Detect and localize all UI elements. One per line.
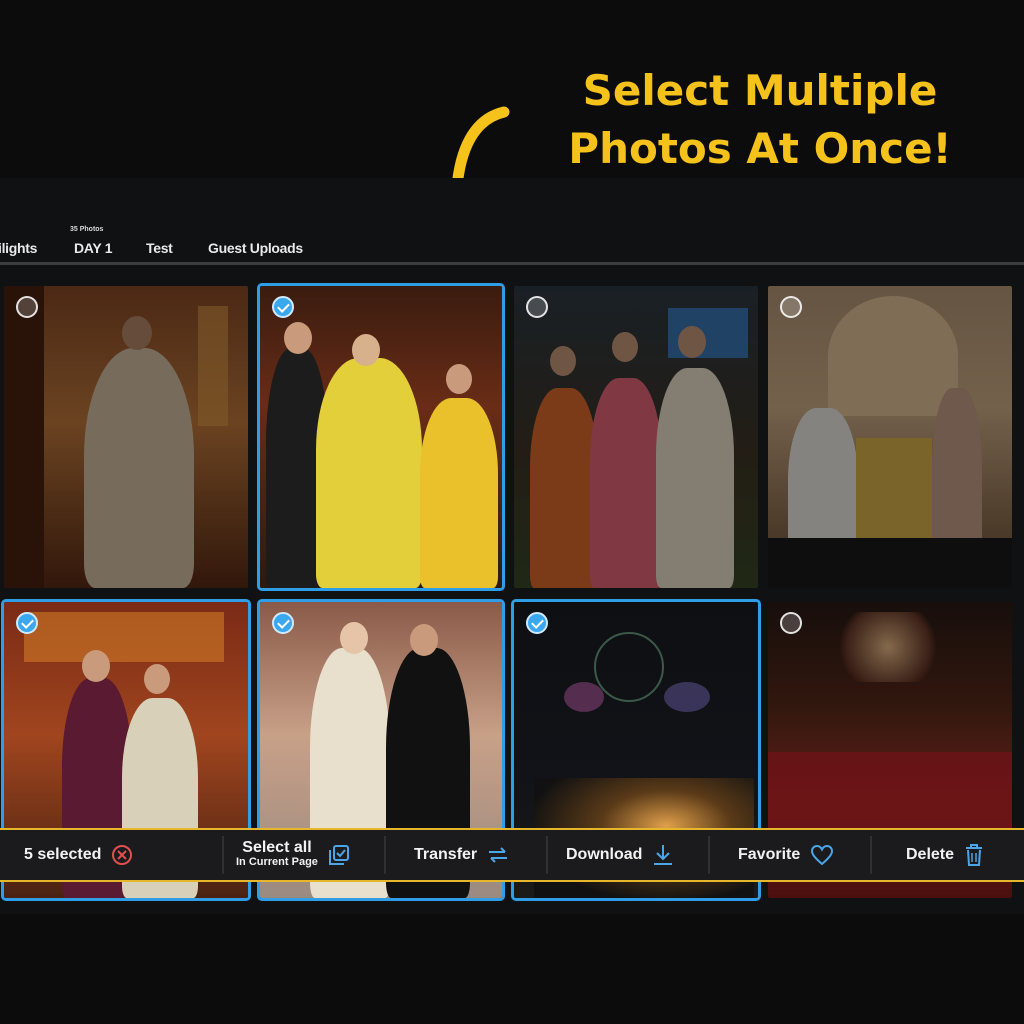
download-button[interactable]: Download [566, 830, 674, 880]
gallery-app: ilights 35 Photos DAY 1 Test Guest Uploa… [0, 178, 1024, 914]
photo-image [4, 286, 248, 588]
heart-icon [810, 844, 834, 866]
checkmark-icon[interactable] [16, 612, 38, 634]
select-checkbox[interactable] [526, 296, 548, 318]
transfer-button[interactable]: Transfer [414, 830, 509, 880]
download-icon [652, 843, 674, 867]
tabs-divider [0, 262, 1024, 265]
checkmark-icon[interactable] [272, 296, 294, 318]
toolbar-divider [708, 836, 710, 874]
selected-count: 5 selected [24, 830, 133, 880]
select-all-button[interactable]: Select all In Current Page [236, 830, 350, 880]
download-label: Download [566, 846, 643, 863]
tab-highlights[interactable]: ilights [0, 240, 37, 256]
headline-line-2: Photos At Once! [568, 124, 952, 173]
favorite-button[interactable]: Favorite [738, 830, 834, 880]
delete-label: Delete [906, 846, 955, 863]
headline-line-1: Select Multiple [582, 66, 938, 115]
toolbar-divider [222, 836, 224, 874]
photo-image [514, 286, 758, 588]
select-checkbox[interactable] [780, 296, 802, 318]
clear-selection-icon[interactable] [111, 844, 133, 866]
select-all-label: Select all [242, 839, 312, 856]
select-checkbox[interactable] [16, 296, 38, 318]
toolbar-divider [384, 836, 386, 874]
transfer-icon [487, 846, 509, 864]
tab-photo-count: 35 Photos [70, 226, 104, 233]
delete-button[interactable]: Delete [906, 830, 984, 880]
photo-image [260, 286, 502, 588]
transfer-label: Transfer [414, 846, 478, 863]
toolbar-divider [546, 836, 548, 874]
select-all-icon [328, 844, 350, 866]
promo-headline: Select Multiple Photos At Once! [520, 62, 1000, 178]
select-checkbox[interactable] [780, 612, 802, 634]
favorite-label: Favorite [738, 846, 801, 863]
photo-tile[interactable] [514, 286, 758, 588]
checkmark-icon[interactable] [526, 612, 548, 634]
photo-image [768, 286, 1012, 588]
photo-tile[interactable] [4, 286, 248, 588]
album-tabs: ilights 35 Photos DAY 1 Test Guest Uploa… [0, 226, 1024, 262]
tab-guest-uploads[interactable]: Guest Uploads [208, 240, 303, 256]
photo-tile[interactable] [257, 283, 505, 591]
tab-test[interactable]: Test [146, 240, 173, 256]
toolbar-divider [870, 836, 872, 874]
selection-toolbar: 5 selected Select all In Current Page Tr… [0, 828, 1024, 882]
tab-day-1[interactable]: DAY 1 [74, 240, 113, 256]
select-all-sublabel: In Current Page [236, 856, 318, 868]
selected-count-label: 5 selected [24, 846, 102, 863]
trash-icon [964, 843, 984, 867]
checkmark-icon[interactable] [272, 612, 294, 634]
photo-tile[interactable] [768, 286, 1012, 588]
